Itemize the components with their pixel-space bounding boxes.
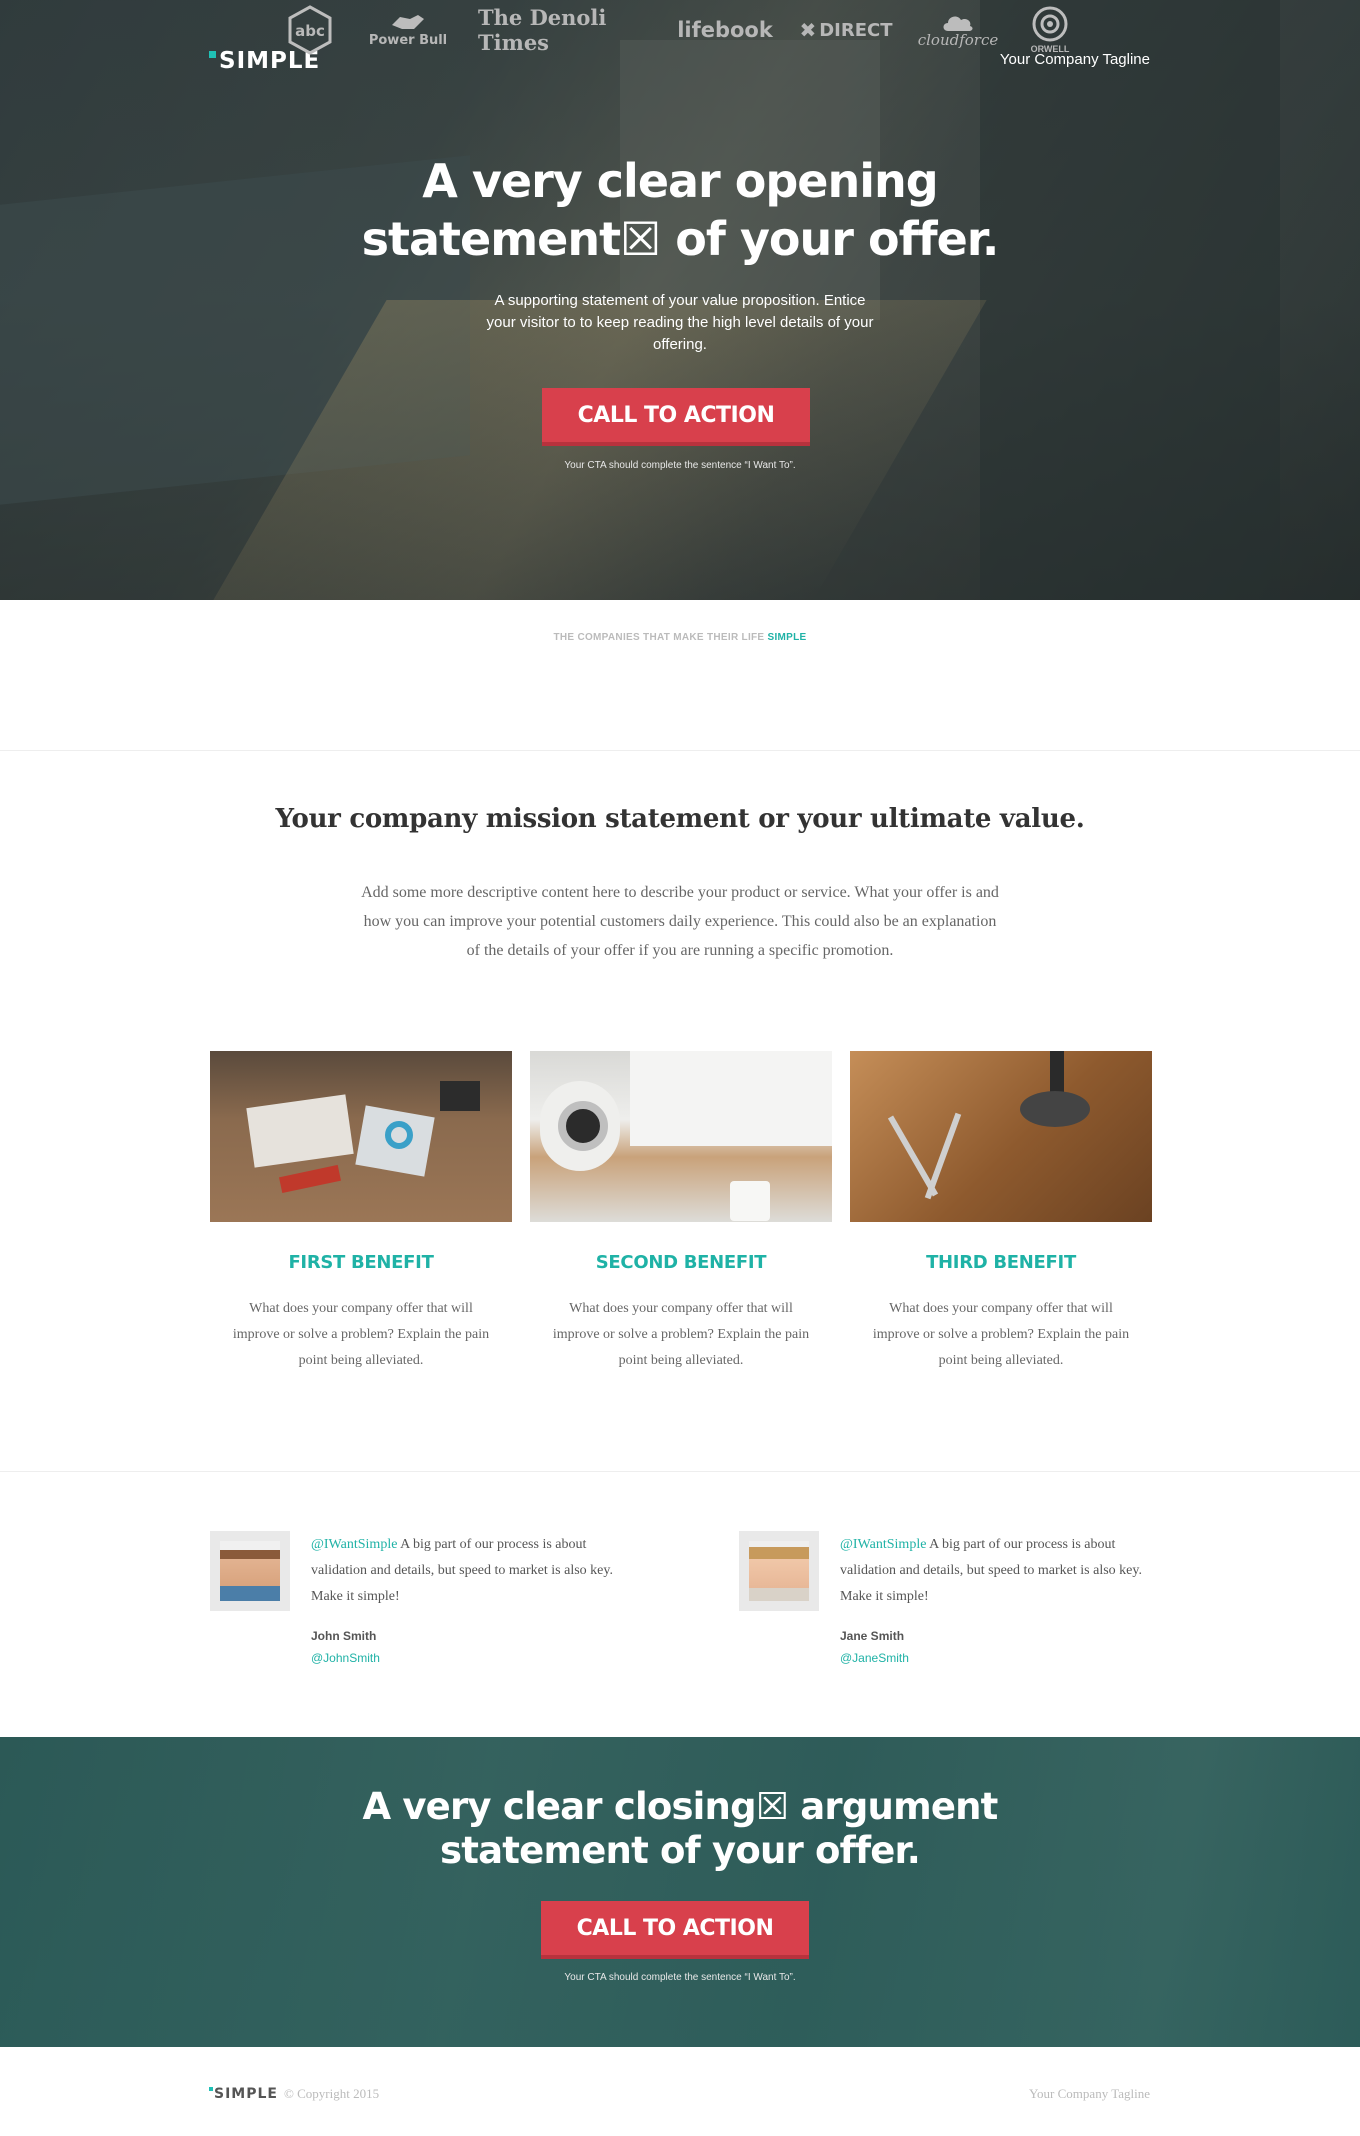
hero-title-line-1: A very clear opening	[422, 154, 938, 208]
section-divider	[0, 1471, 1360, 1472]
benefit-title: FIRST BENEFIT	[288, 1252, 434, 1273]
closing-cta-note: Your CTA should complete the sentence “I…	[564, 1972, 796, 1983]
company-logo-label: abc	[295, 22, 325, 40]
testimonial-quote: @IWantSimple A big part of our process i…	[311, 1532, 641, 1610]
footer-tagline: Your Company Tagline	[1028, 2086, 1150, 2101]
testimonial-author-handle[interactable]: @JaneSmith	[840, 1651, 909, 1665]
company-logo-label: lifebook	[677, 18, 773, 42]
company-logo-lifebook: lifebook	[677, 0, 773, 60]
company-logo-label: ORWELL	[1030, 44, 1070, 54]
benefit-card-1: FIRST BENEFIT What does your company off…	[210, 1051, 512, 1374]
image-detail-tshirt	[246, 1094, 354, 1168]
company-logo-cloudforce: cloudforce	[916, 0, 1000, 60]
bull-icon	[392, 14, 424, 29]
avatar	[739, 1531, 819, 1611]
image-detail-camera	[440, 1081, 480, 1111]
company-logo-label: DIRECT	[819, 19, 893, 41]
section-divider	[0, 750, 1360, 751]
company-logo-orwell: ORWELL	[1026, 0, 1074, 60]
company-logo-direct: ✖ DIRECT	[798, 0, 894, 60]
image-detail-pennant	[278, 1164, 342, 1194]
closing-title: A very clear closing☒ argument statement…	[330, 1785, 1030, 1873]
header-tagline: Your Company Tagline	[999, 51, 1150, 68]
benefit-image-desk-items	[210, 1051, 512, 1222]
hero-background-tree-shadow	[980, 0, 1280, 600]
mission-body: Add some more descriptive content here t…	[361, 884, 999, 959]
company-logo-label: The Denoli Times	[478, 5, 607, 55]
benefit-text: What does your company offer that will i…	[872, 1301, 1130, 1368]
cloud-icon	[943, 16, 973, 31]
footer-brand-text: SIMPLE	[214, 2086, 278, 2102]
testimonial-handle-link[interactable]: @IWantSimple	[840, 1537, 926, 1552]
benefit-image-compass-table	[850, 1051, 1152, 1222]
footer-logo[interactable]: SIMPLE © Copyright 2015	[209, 2086, 379, 2102]
benefit-image-speaker-desk	[530, 1051, 832, 1222]
logo-square-icon	[209, 50, 216, 58]
benefit-title: THIRD BENEFIT	[926, 1252, 1076, 1273]
company-logo-label: Power Bull	[368, 32, 448, 48]
abc-hexagon-icon: abc	[288, 5, 332, 55]
benefit-text: What does your company offer that will i…	[232, 1301, 490, 1368]
closing-title-line-2: statement of your offer.	[440, 1829, 921, 1872]
mission-title: Your company mission statement or your u…	[275, 804, 1085, 834]
testimonial-card-1: @IWantSimple A big part of our process i…	[210, 1531, 630, 1681]
benefit-text: What does your company offer that will i…	[552, 1301, 810, 1368]
logo-square-icon	[209, 2087, 213, 2091]
hero-cta-button[interactable]: CALL TO ACTION	[542, 388, 810, 446]
benefit-title: SECOND BENEFIT	[595, 1252, 767, 1273]
company-logo-abc: abc	[286, 0, 334, 60]
testimonial-handle-link[interactable]: @IWantSimple	[311, 1537, 397, 1552]
testimonial-author-name: Jane Smith	[840, 1629, 905, 1643]
eye-icon	[1032, 6, 1068, 42]
image-detail-flange	[1020, 1091, 1090, 1127]
hero-subtitle: A supporting statement of your value pro…	[486, 292, 874, 353]
company-logo-label: cloudforce	[917, 31, 999, 49]
image-detail-compass-leg	[924, 1112, 962, 1200]
footer-brand: SIMPLE	[209, 2086, 278, 2102]
hero-title: A very clear opening statement☒ of your …	[330, 152, 1030, 268]
company-logo-denoli-times: The Denoli Times	[478, 0, 652, 60]
benefit-card-3: THIRD BENEFIT What does your company off…	[850, 1051, 1152, 1374]
x-mark-icon: ✖	[799, 18, 817, 42]
testimonial-card-2: @IWantSimple A big part of our process i…	[739, 1531, 1159, 1681]
hero-title-line-2: statement☒ of your offer.	[361, 212, 1000, 266]
footer-copyright: © Copyright 2015	[283, 2086, 380, 2101]
company-logo-power-bull: Power Bull	[360, 0, 456, 60]
avatar	[210, 1531, 290, 1611]
image-detail-number	[385, 1121, 413, 1149]
testimonial-author-handle[interactable]: @JohnSmith	[311, 1651, 380, 1665]
testimonial-author-name: John Smith	[311, 1629, 377, 1643]
companies-heading: THE COMPANIES THAT MAKE THEIR LIFE SIMPL…	[0, 632, 1360, 643]
avatar-photo-jane	[749, 1541, 809, 1601]
image-detail-monitor	[630, 1051, 832, 1146]
hero-section: SIMPLE Your Company Tagline A very clear…	[0, 0, 1360, 600]
closing-cta-button[interactable]: CALL TO ACTION	[541, 1901, 809, 1959]
testimonial-quote: @IWantSimple A big part of our process i…	[840, 1532, 1170, 1610]
benefit-card-2: SECOND BENEFIT What does your company of…	[530, 1051, 832, 1374]
image-detail-speaker-cone	[558, 1101, 608, 1151]
companies-heading-text: THE COMPANIES THAT MAKE THEIR LIFE	[553, 632, 768, 643]
avatar-photo-john	[220, 1541, 280, 1601]
closing-title-line-1: A very clear closing☒ argument	[362, 1785, 998, 1828]
image-detail-mug	[730, 1181, 770, 1221]
companies-heading-accent: SIMPLE	[767, 632, 807, 643]
hero-cta-note: Your CTA should complete the sentence “I…	[564, 460, 796, 471]
closing-section: A very clear closing☒ argument statement…	[0, 1737, 1360, 2047]
